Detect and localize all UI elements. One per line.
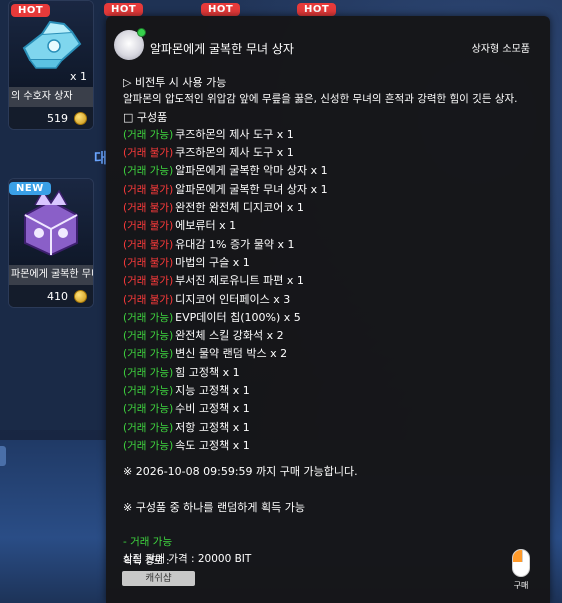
acquisition-route-label: 획득 경로 :	[123, 556, 170, 567]
component-item: (거래 가능) 변신 물약 랜덤 박스 x 2	[123, 345, 540, 363]
untradable-tag: (거래 불가)	[123, 275, 174, 288]
component-item: (거래 불가) 에보류터 x 1	[123, 217, 540, 235]
buy-label: 구매	[513, 581, 529, 590]
tradable-tag: (거래 가능)	[123, 128, 174, 141]
untradable-tag: (거래 불가)	[123, 238, 174, 251]
category-label-fragment: 대	[94, 151, 107, 167]
card-image: HOT x 1	[9, 1, 93, 87]
component-name: 수비 고정책 x 1	[175, 402, 250, 416]
random-note: ※ 구성품 중 하나를 랜덤하게 획득 가능	[123, 500, 305, 514]
coin-icon	[74, 289, 87, 303]
component-name: 부서진 제로유니트 파편 x 1	[175, 274, 304, 288]
component-name: 완전한 완전체 디지코어 x 1	[175, 201, 304, 215]
component-name: 유대감 1% 증가 물약 x 1	[175, 237, 295, 251]
item-tooltip: 알파몬에게 굴복한 무녀 상자 상자형 소모품 ▷ 비전투 시 사용 가능 알파…	[106, 16, 550, 603]
tradable-tag: (거래 가능)	[123, 311, 174, 324]
component-name: EVP데이터 칩(100%) x 5	[175, 310, 301, 324]
untradable-tag: (거래 불가)	[123, 220, 174, 233]
scroll-tab[interactable]	[0, 446, 6, 466]
component-item: (거래 불가) 부서진 제로유니트 파편 x 1	[123, 272, 540, 290]
mouse-left-click-icon	[512, 549, 530, 577]
component-item: (거래 가능) 수비 고정책 x 1	[123, 400, 540, 418]
item-description: 알파몬의 압도적인 위압감 앞에 무릎을 꿇은, 신성한 무녀의 흔적과 강력한…	[123, 93, 518, 106]
component-name: 변신 물약 랜덤 박스 x 2	[175, 347, 288, 361]
new-badge: NEW	[9, 182, 51, 195]
components-list: (거래 가능) 쿠즈하몬의 제사 도구 x 1 (거래 불가) 쿠즈하몬의 제사 도구…	[123, 126, 540, 455]
component-name: 저항 고정책 x 1	[175, 420, 250, 434]
item-icon	[114, 28, 146, 60]
untradable-tag: (거래 불가)	[123, 293, 174, 306]
card-image: NEW	[9, 179, 93, 265]
component-name: 알파몬에게 굴복한 악마 상자 x 1	[175, 164, 328, 178]
usage-condition: ▷ 비전투 시 사용 가능	[123, 76, 227, 89]
shop-card-guardian-box[interactable]: HOT x 1 의 수호자 상자 519	[8, 0, 94, 130]
card-quantity: x 1	[69, 70, 87, 83]
card-name: 의 수호자 상자	[9, 87, 93, 107]
component-item: (거래 가능) 저항 고정책 x 1	[123, 419, 540, 437]
trade-status: - 거래 가능	[123, 535, 173, 548]
cash-shop-button[interactable]: 캐쉬샵	[122, 571, 195, 586]
component-item: (거래 불가) 완전한 완전체 디지코어 x 1	[123, 199, 540, 217]
tradable-tag: (거래 가능)	[123, 366, 174, 379]
sale-price: 상점 판매 가격 : 20000 BIT	[123, 553, 252, 566]
component-item: (거래 불가) 쿠즈하몬의 제사 도구 x 1	[123, 144, 540, 162]
tradable-tag: (거래 가능)	[123, 439, 174, 452]
card-price: 519	[9, 107, 93, 129]
tradable-tag: (거래 가능)	[123, 330, 174, 343]
card-price-value: 519	[47, 111, 68, 125]
component-name: 마법의 구슬 x 1	[175, 255, 250, 269]
component-item: (거래 가능) 힘 고정책 x 1	[123, 364, 540, 382]
card-price: 410	[9, 285, 93, 307]
tradable-tag: (거래 가능)	[123, 421, 174, 434]
component-item: (거래 불가) 마법의 구슬 x 1	[123, 254, 540, 272]
item-title: 알파몬에게 굴복한 무녀 상자	[150, 42, 294, 56]
component-item: (거래 가능) 쿠즈하몬의 제사 도구 x 1	[123, 126, 540, 144]
hot-badge: HOT	[297, 3, 337, 16]
component-name: 디지코어 인터페이스 x 3	[175, 292, 291, 306]
component-name: 쿠즈하몬의 제사 도구 x 1	[175, 146, 294, 160]
untradable-tag: (거래 불가)	[123, 256, 174, 269]
untradable-tag: (거래 불가)	[123, 202, 174, 215]
tradable-tag: (거래 가능)	[123, 165, 174, 178]
tradable-tag: (거래 가능)	[123, 403, 174, 416]
tradable-tag: (거래 가능)	[123, 385, 174, 398]
tooltip-header: 알파몬에게 굴복한 무녀 상자 상자형 소모품	[106, 16, 550, 72]
untradable-tag: (거래 불가)	[123, 183, 174, 196]
component-name: 힘 고정책 x 1	[175, 365, 240, 379]
priestess-box-icon	[24, 189, 78, 257]
status-dot-icon	[137, 28, 146, 37]
component-item: (거래 가능) EVP데이터 칩(100%) x 5	[123, 309, 540, 327]
hot-badge: HOT	[201, 3, 241, 16]
component-item: (거래 가능) 속도 고정책 x 1	[123, 437, 540, 455]
component-item: (거래 불가) 알파몬에게 굴복한 무녀 상자 x 1	[123, 181, 540, 199]
item-type: 상자형 소모품	[471, 44, 530, 55]
expiry-note: ※ 2026-10-08 09:59:59 까지 구매 가능합니다.	[123, 465, 358, 479]
shop-card-priestess-box[interactable]: NEW 파몬에게 굴복한 무녀 410	[8, 178, 94, 308]
tradable-tag: (거래 가능)	[123, 348, 174, 361]
component-name: 속도 고정책 x 1	[175, 438, 250, 452]
hot-badge: HOT	[104, 3, 144, 16]
component-name: 에보류터 x 1	[175, 219, 237, 233]
untradable-tag: (거래 불가)	[123, 147, 174, 160]
tooltip-body: ▷ 비전투 시 사용 가능 알파몬의 압도적인 위압감 앞에 무릎을 꿇은, 신…	[123, 74, 540, 568]
component-name: 지능 고정책 x 1	[175, 384, 250, 398]
component-item: (거래 불가) 디지코어 인터페이스 x 3	[123, 291, 540, 309]
card-name: 파몬에게 굴복한 무녀	[9, 265, 93, 285]
component-item: (거래 불가) 유대감 1% 증가 물약 x 1	[123, 236, 540, 254]
component-item: (거래 가능) 지능 고정책 x 1	[123, 382, 540, 400]
component-item: (거래 가능) 알파몬에게 굴복한 악마 상자 x 1	[123, 162, 540, 180]
buy-hint[interactable]: 구매	[510, 549, 532, 591]
components-header: □ 구성품	[123, 110, 168, 124]
component-item: (거래 가능) 완전체 스킬 강화석 x 2	[123, 327, 540, 345]
component-name: 완전체 스킬 강화석 x 2	[175, 329, 284, 343]
coin-icon	[74, 111, 87, 125]
guardian-box-icon	[22, 20, 82, 69]
component-name: 쿠즈하몬의 제사 도구 x 1	[175, 127, 294, 141]
card-price-value: 410	[47, 289, 68, 303]
component-name: 알파몬에게 굴복한 무녀 상자 x 1	[175, 182, 328, 196]
hot-badge: HOT	[11, 4, 51, 17]
